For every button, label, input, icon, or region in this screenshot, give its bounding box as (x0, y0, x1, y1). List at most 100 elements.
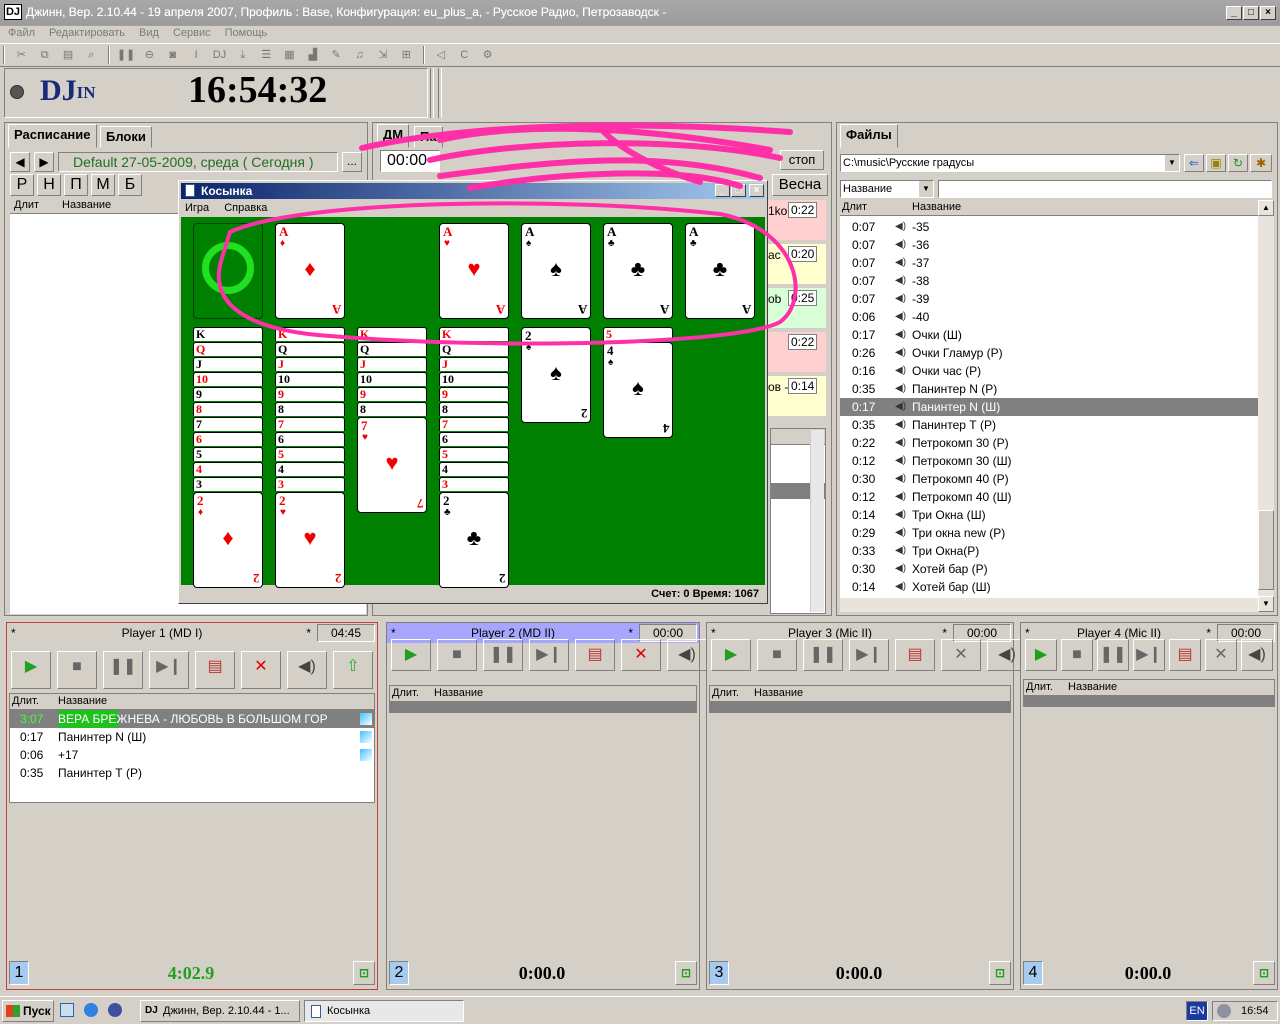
card[interactable]: 2 ♦ ♦ 2 (193, 492, 263, 588)
lock-icon[interactable]: ⊡ (675, 961, 697, 985)
stacked-card[interactable]: 3 (275, 477, 345, 491)
play-button[interactable]: ▶ (711, 639, 751, 671)
col-duration[interactable]: Длит. (392, 687, 419, 699)
task-solitaire[interactable]: Косынка (304, 1000, 464, 1022)
refresh-icon[interactable]: ↻ (1228, 154, 1248, 172)
star-icon[interactable]: ✱ (1250, 154, 1272, 172)
file-row[interactable]: 0:07 ◀) -38 (840, 272, 1258, 290)
speaker-icon[interactable]: ◀) (895, 581, 906, 593)
next-button[interactable]: ▶❙ (529, 639, 569, 671)
col-duration[interactable]: Длит (842, 201, 867, 213)
tab-blocks[interactable]: Блоки (100, 126, 152, 148)
split-button[interactable]: ▤ (195, 651, 235, 689)
c-icon[interactable]: C (454, 45, 474, 65)
chevron-down-icon[interactable]: ▼ (919, 181, 933, 197)
paste-icon[interactable]: ▤ (58, 45, 78, 65)
letter-button-1[interactable]: Н (37, 174, 61, 196)
file-row[interactable]: 0:07 ◀) -35 (840, 218, 1258, 236)
stop-button[interactable]: ■ (437, 639, 477, 671)
col-name[interactable]: Название (62, 199, 111, 211)
stacked-card[interactable]: 10 (193, 372, 263, 386)
card[interactable]: 2 ♥ ♥ 2 (275, 492, 345, 588)
stacked-card[interactable]: 7 (275, 417, 345, 431)
pause-icon[interactable]: ❚❚ (116, 45, 136, 65)
file-row[interactable]: 0:14 ◀) Три Окна (Ш) (840, 506, 1258, 524)
speaker-icon[interactable]: ◀) (895, 545, 906, 557)
speaker-icon[interactable]: ◀) (895, 455, 906, 467)
copy-icon[interactable]: ⧉ (35, 45, 55, 65)
tray-icon[interactable] (1217, 1004, 1231, 1018)
pause-button[interactable]: ❚❚ (803, 639, 843, 671)
tab-partial[interactable]: Па (414, 126, 443, 148)
stacked-card[interactable]: Q (439, 342, 509, 356)
stacked-card[interactable]: 9 (357, 387, 427, 401)
stacked-card[interactable]: 5 (275, 447, 345, 461)
pause-button[interactable]: ❚❚ (103, 651, 143, 689)
block-row[interactable]: ов -0:14 (766, 376, 826, 416)
redeal-circle-icon[interactable] (202, 242, 254, 294)
prev-day-button[interactable]: ◀ (10, 152, 30, 172)
delete-button[interactable]: ✕ (941, 639, 981, 671)
file-row[interactable]: 0:07 ◀) -37 (840, 254, 1258, 272)
file-row[interactable]: 0:07 ◀) -36 (840, 236, 1258, 254)
stacked-card[interactable]: 6 (193, 432, 263, 446)
mic-icon[interactable]: ◙ (163, 45, 183, 65)
col-duration[interactable]: Длит (14, 199, 39, 211)
card[interactable]: A ♠ ♠ A (521, 223, 591, 319)
empty-row[interactable] (1024, 696, 1274, 706)
letter-button-3[interactable]: М (91, 174, 115, 196)
card[interactable]: 4 ♠ ♠ 4 (603, 342, 673, 438)
scroll-down-icon[interactable]: ▼ (1258, 596, 1274, 612)
file-row[interactable]: 0:06 ◀) -40 (840, 308, 1258, 326)
stacked-card[interactable]: 4 (193, 462, 263, 476)
play-button[interactable]: ▶ (391, 639, 431, 671)
play-button[interactable]: ▶ (11, 651, 51, 689)
stacked-card[interactable]: 8 (275, 402, 345, 416)
tab-files[interactable]: Файлы (840, 124, 898, 148)
playlist-row[interactable]: 0:17 Панинтер N (Ш) (10, 728, 374, 746)
stacked-card[interactable]: K (357, 327, 427, 341)
file-scrollbar[interactable]: ▲ ▼ (1258, 200, 1274, 612)
file-row[interactable]: 0:16 ◀) Очки час (Р) (840, 362, 1258, 380)
speaker-icon[interactable]: ◁ (431, 45, 451, 65)
speaker-icon[interactable]: ◀) (895, 419, 906, 431)
cut-icon[interactable]: ✂ (11, 45, 31, 65)
stop-button[interactable]: ■ (57, 651, 97, 689)
lock-icon[interactable]: ⊡ (989, 961, 1011, 985)
menu-item-2[interactable]: Вид (139, 27, 159, 39)
stacked-card[interactable]: 5 (439, 447, 509, 461)
stacked-card[interactable]: 10 (439, 372, 509, 386)
speaker-icon[interactable]: ◀) (895, 401, 906, 413)
settings-icon[interactable]: ⚙ (478, 45, 498, 65)
delete-button[interactable]: ✕ (1205, 639, 1237, 671)
filter-input[interactable] (938, 180, 1272, 198)
block-row[interactable]: ob 0:25 (766, 288, 826, 328)
pause-button[interactable]: ❚❚ (483, 639, 523, 671)
pause-button[interactable]: ❚❚ (1097, 639, 1129, 671)
table-icon[interactable]: ⊞ (396, 45, 416, 65)
card-table[interactable]: A ♦ ♦ A A ♥ ♥ A A ♠ ♠ A A ♣ ♣ A A ♣ ♣ A K Q J 10 9 8 7 6 5 4 3 2 ♦ ♦ 2 K Q J 1… (181, 217, 765, 588)
col-duration[interactable]: Длит. (1026, 681, 1053, 693)
stacked-card[interactable]: 5 (603, 327, 673, 341)
grid-icon[interactable]: ▦ (279, 45, 299, 65)
playlist[interactable]: Длит. Название (389, 685, 697, 713)
stacked-card[interactable]: 10 (357, 372, 427, 386)
speaker-icon[interactable]: ◀) (895, 293, 906, 305)
letter-button-2[interactable]: П (64, 174, 88, 196)
speaker-icon[interactable]: ◀) (895, 383, 906, 395)
start-button[interactable]: Пуск (2, 1000, 54, 1022)
up-button[interactable]: ⇧ (333, 651, 373, 689)
splitter[interactable] (430, 68, 434, 118)
stacked-card[interactable]: 9 (275, 387, 345, 401)
next-button[interactable]: ▶❙ (1133, 639, 1165, 671)
speaker-icon[interactable]: ◀) (895, 563, 906, 575)
stacked-card[interactable]: 7 (193, 417, 263, 431)
card[interactable]: A ♦ ♦ A (275, 223, 345, 319)
card[interactable]: 7 ♥ ♥ 7 (357, 417, 427, 513)
scroll-up-icon[interactable]: ▲ (1258, 200, 1274, 216)
split-button[interactable]: ▤ (1169, 639, 1201, 671)
speaker-icon[interactable]: ◀) (895, 239, 906, 251)
file-row[interactable]: 0:30 ◀) Хотей бар (Р) (840, 560, 1258, 578)
col-name[interactable]: Название (1068, 681, 1117, 693)
splitter-2[interactable] (438, 68, 442, 118)
